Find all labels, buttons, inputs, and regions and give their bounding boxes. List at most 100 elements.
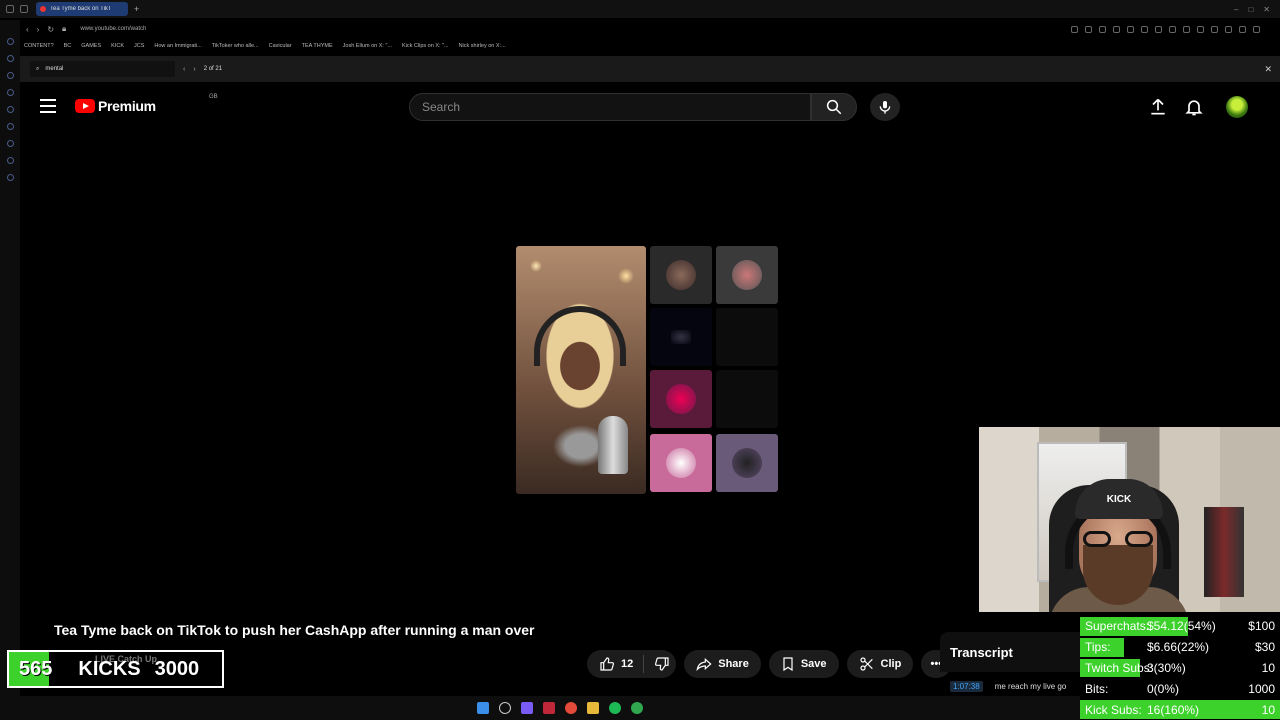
transcript-timestamp[interactable]: 1:07:38	[950, 681, 983, 692]
youtube-play-icon	[75, 99, 95, 113]
share-icon	[696, 658, 712, 672]
sidebar-icon[interactable]	[6, 140, 14, 147]
video-title: Tea Tyme back on TikTok to push her Cash…	[54, 622, 535, 638]
bookmark-item[interactable]: TikToker who alle...	[212, 43, 259, 49]
sidebar-icon[interactable]	[6, 55, 14, 62]
extension-icon[interactable]	[1155, 25, 1162, 33]
extension-icon[interactable]	[1113, 25, 1120, 33]
avatar[interactable]	[1226, 96, 1248, 118]
folder-icon[interactable]	[587, 702, 599, 714]
clip-button[interactable]: Clip	[846, 650, 914, 678]
bookmark-item[interactable]: Nick shirley on X:...	[459, 43, 506, 49]
bookmark-item[interactable]: Kick Clips on X: "...	[402, 43, 449, 49]
window-controls: – □ ✕	[1234, 5, 1280, 14]
like-count[interactable]: 12	[621, 658, 633, 670]
bookmark-item[interactable]: How an Immigrati...	[154, 43, 201, 49]
transcript-segment[interactable]: 1:07:38 me reach my live go	[950, 681, 1075, 692]
new-tab-icon[interactable]: +	[134, 4, 139, 14]
maximize-icon[interactable]: □	[1248, 5, 1253, 14]
hamburger-menu-icon[interactable]	[40, 99, 56, 113]
sidebar-icon[interactable]	[6, 38, 14, 45]
forward-icon[interactable]: ›	[37, 25, 40, 34]
bell-icon	[1185, 100, 1203, 116]
extension-icon[interactable]	[1141, 25, 1148, 33]
search-box	[409, 93, 811, 121]
tabs-icon[interactable]	[20, 5, 28, 13]
search-icon[interactable]	[499, 702, 511, 714]
save-button[interactable]: Save	[768, 650, 839, 678]
browser-tab[interactable]: Tea Tyme back on TikT	[36, 2, 128, 16]
find-input[interactable]: ⌕ mental	[30, 61, 175, 77]
brand-label: Premium	[98, 98, 156, 114]
kicks-goal: 3000	[154, 657, 200, 680]
sidebar-icon[interactable]	[6, 106, 14, 113]
headphones-shape	[534, 306, 626, 366]
spotify-icon[interactable]	[609, 702, 621, 714]
search-icon: ⌕	[36, 65, 40, 72]
notifications-button[interactable]	[1184, 97, 1204, 122]
bookmark-item[interactable]: Cavicular	[269, 43, 292, 49]
bookmark-item[interactable]: BC	[64, 43, 72, 49]
sidebar-icon[interactable]	[6, 89, 14, 96]
goal-target: 1000	[1248, 681, 1275, 696]
bookmark-item[interactable]: TEA THYME	[302, 43, 333, 49]
url-field[interactable]: www.youtube.com/watch	[80, 26, 146, 32]
country-code: GB	[209, 94, 218, 100]
workspace-icon[interactable]	[6, 5, 14, 13]
voice-search-button[interactable]	[870, 93, 900, 121]
extension-icon[interactable]	[1085, 25, 1092, 33]
extension-icon[interactable]	[1127, 25, 1134, 33]
extension-icon[interactable]	[1071, 25, 1078, 33]
bookmark-item[interactable]: CONTENT?	[24, 43, 54, 49]
clip-label: Clip	[880, 658, 902, 670]
browser-app-icon[interactable]	[543, 702, 555, 714]
discord-icon[interactable]	[521, 702, 533, 714]
share-button[interactable]: Share	[684, 650, 761, 678]
search-icon	[826, 99, 842, 115]
kicks-label: KICKS	[78, 657, 141, 680]
find-next-icon[interactable]: ›	[193, 66, 195, 73]
sidebar-icon[interactable]	[6, 174, 14, 181]
bookmark-item[interactable]: Josh Ellum on X: "...	[343, 43, 392, 49]
cap-logo-text: KICK	[1106, 493, 1132, 505]
extension-icon[interactable]	[1253, 25, 1260, 33]
search-button[interactable]	[811, 93, 857, 121]
xbox-icon[interactable]	[631, 702, 643, 714]
extension-icon[interactable]	[1183, 25, 1190, 33]
sidebar-icon[interactable]	[6, 72, 14, 79]
minimize-icon[interactable]: –	[1234, 5, 1238, 14]
youtube-favicon-icon	[40, 6, 46, 12]
extension-icon[interactable]	[1099, 25, 1106, 33]
goal-row-bits: Bits: 0(0%) 1000	[1080, 678, 1280, 699]
close-window-icon[interactable]: ✕	[1263, 5, 1270, 14]
chrome-icon[interactable]	[565, 702, 577, 714]
goal-value: 16(160%)	[1147, 702, 1200, 717]
create-button[interactable]	[1148, 97, 1168, 122]
bookmark-item[interactable]: GAMES	[81, 43, 101, 49]
extension-icon[interactable]	[1239, 25, 1246, 33]
bookmark-item[interactable]: KICK	[111, 43, 124, 49]
thumbs-down-icon[interactable]	[654, 656, 670, 672]
reload-icon[interactable]: ↻	[47, 25, 54, 34]
find-bar: ⌕ mental ‹ › 2 of 21 ✕	[20, 56, 1280, 82]
find-close-icon[interactable]: ✕	[1264, 64, 1272, 75]
sidebar-icon[interactable]	[6, 157, 14, 164]
portrait-image	[516, 246, 646, 494]
thumbs-up-icon[interactable]	[599, 656, 615, 672]
search-input[interactable]	[422, 100, 810, 114]
extension-icon[interactable]	[1211, 25, 1218, 33]
extension-icons	[1071, 25, 1280, 33]
youtube-logo[interactable]: Premium GB	[75, 94, 218, 114]
extension-icon[interactable]	[1225, 25, 1232, 33]
sidebar-icon[interactable]	[6, 123, 14, 130]
find-prev-icon[interactable]: ‹	[183, 66, 185, 73]
extension-icon[interactable]	[1197, 25, 1204, 33]
back-icon[interactable]: ‹	[26, 25, 29, 34]
windows-start-icon[interactable]	[477, 702, 489, 714]
bookmark-item[interactable]: JCS	[134, 43, 144, 49]
scissors-icon	[859, 657, 873, 671]
thumbnail-tile	[716, 246, 778, 304]
thumbnail-tile	[650, 308, 712, 366]
extension-icon[interactable]	[1169, 25, 1176, 33]
browser-system-icons	[0, 5, 28, 13]
